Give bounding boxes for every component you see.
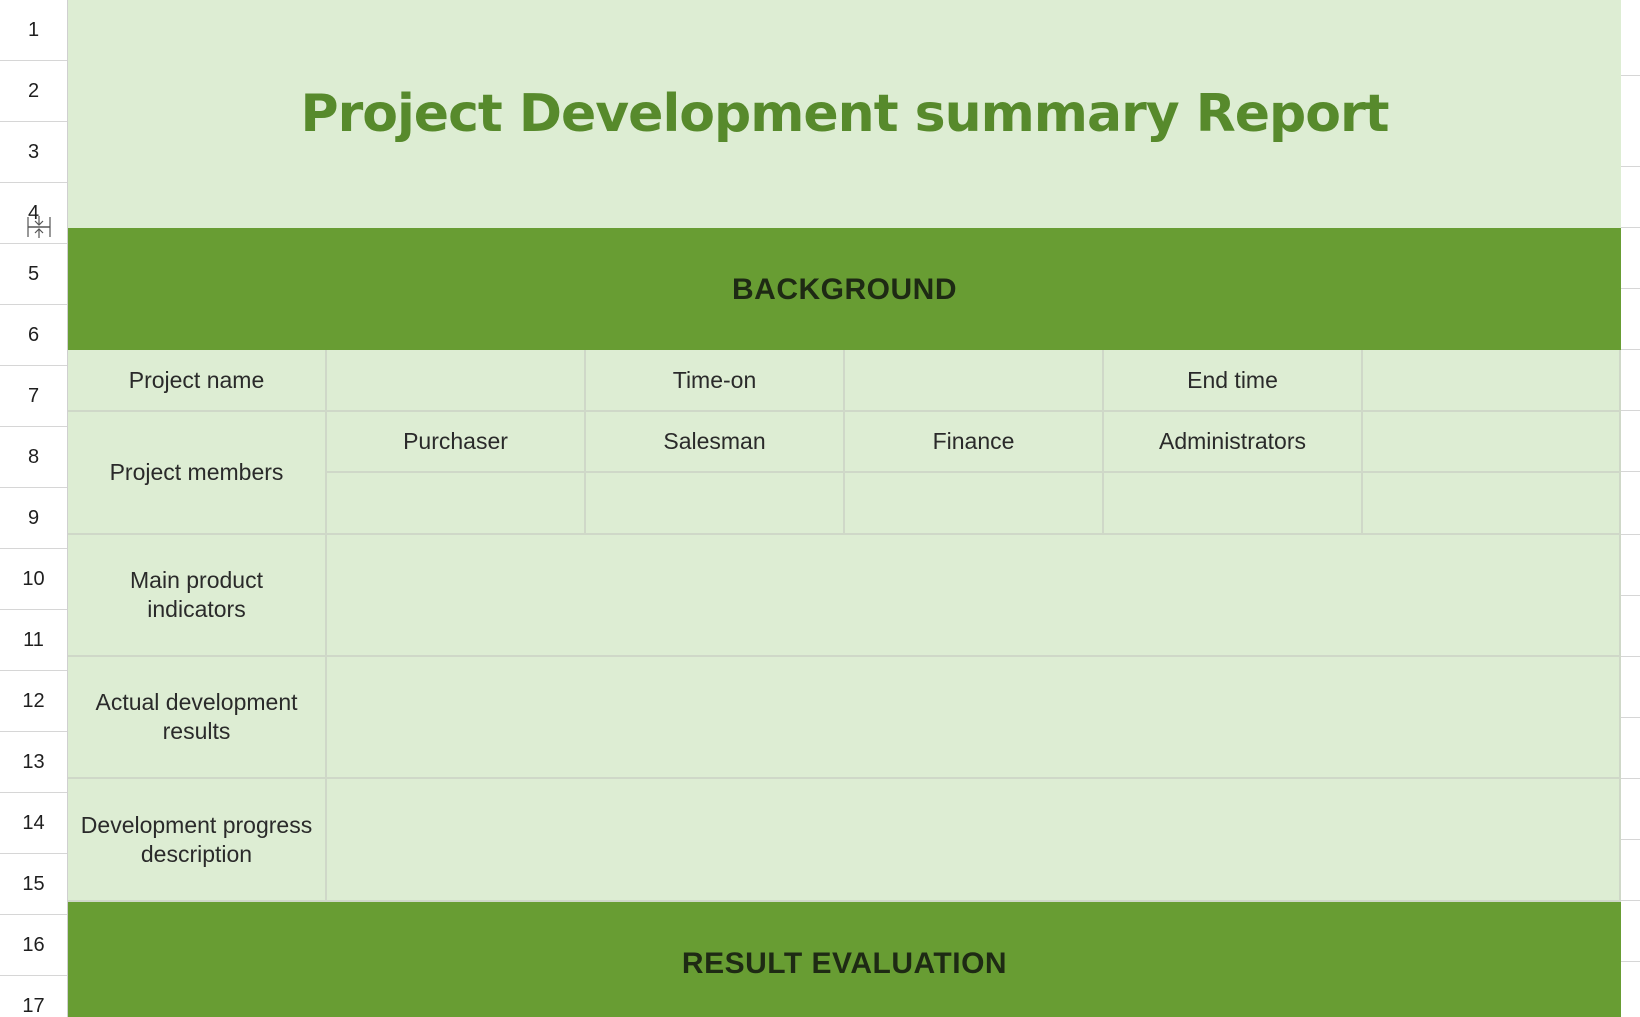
time-on-label: Time-on — [672, 366, 757, 393]
member-purchaser-label: Purchaser — [403, 428, 508, 454]
gutter-line — [1621, 534, 1640, 535]
row-header-6[interactable]: 6 — [0, 305, 67, 366]
member-finance-cell[interactable]: Finance — [845, 412, 1104, 473]
member-salesman-value-cell[interactable] — [586, 473, 845, 535]
result-evaluation-heading: RESULT EVALUATION — [681, 946, 1008, 980]
gutter-line — [1621, 778, 1640, 779]
time-on-value-cell[interactable] — [845, 350, 1104, 412]
main-product-indicators-value-cell[interactable] — [327, 535, 1621, 657]
project-name-label: Project name — [128, 366, 265, 393]
spreadsheet: 1 2 3 4 5 6 7 8 9 10 11 12 13 14 15 16 1… — [0, 0, 1640, 1017]
gutter-line — [1621, 75, 1640, 76]
development-progress-description-label: Development progress description — [80, 811, 313, 867]
member-administrators-label: Administrators — [1159, 428, 1306, 454]
background-heading: BACKGROUND — [732, 272, 957, 306]
row-header-1[interactable]: 1 — [0, 0, 67, 61]
project-members-label: Project members — [109, 459, 284, 485]
row-header-16[interactable]: 16 — [0, 915, 67, 976]
member-extra-value-cell[interactable] — [1363, 473, 1621, 535]
end-time-value-cell[interactable] — [1363, 350, 1621, 412]
result-evaluation-section-header[interactable]: RESULT EVALUATION — [68, 902, 1621, 1017]
gutter-line — [1621, 166, 1640, 167]
member-purchaser-cell[interactable]: Purchaser — [327, 412, 586, 473]
member-extra-cell[interactable] — [1363, 412, 1621, 473]
project-name-value-cell[interactable] — [327, 350, 586, 412]
main-product-indicators-label-cell[interactable]: Main product indicators — [68, 535, 327, 657]
background-section-header[interactable]: BACKGROUND — [68, 228, 1621, 350]
gutter-line — [1621, 349, 1640, 350]
main-product-indicators-label: Main product indicators — [130, 567, 263, 622]
time-on-label-cell[interactable]: Time-on — [586, 350, 845, 412]
member-purchaser-value-cell[interactable] — [327, 473, 586, 535]
gutter-line — [1621, 410, 1640, 411]
gutter-line — [1621, 227, 1640, 228]
row-header-5[interactable]: 5 — [0, 244, 67, 305]
gutter-line — [1621, 961, 1640, 962]
project-name-label-cell[interactable]: Project name — [68, 350, 327, 412]
row-header-14[interactable]: 14 — [0, 793, 67, 854]
project-members-label-cell[interactable]: Project members — [68, 412, 327, 535]
right-gutter — [1621, 0, 1640, 1017]
development-progress-description-value-cell[interactable] — [327, 779, 1621, 902]
actual-development-results-label-cell[interactable]: Actual development results — [68, 657, 327, 779]
end-time-label-cell[interactable]: End time — [1104, 350, 1363, 412]
gutter-line — [1621, 900, 1640, 901]
row-header-10[interactable]: 10 — [0, 549, 67, 610]
member-administrators-value-cell[interactable] — [1104, 473, 1363, 535]
row-header-8[interactable]: 8 — [0, 427, 67, 488]
row-resize-icon[interactable] — [26, 214, 52, 240]
page-title: Project Development summary Report — [300, 83, 1390, 144]
sheet-grid: Project Development summary Report BACKG… — [68, 0, 1621, 1017]
row-header-12[interactable]: 12 — [0, 671, 67, 732]
member-finance-value-cell[interactable] — [845, 473, 1104, 535]
gutter-line — [1621, 717, 1640, 718]
gutter-line — [1621, 839, 1640, 840]
row-header-7[interactable]: 7 — [0, 366, 67, 427]
row-header-11[interactable]: 11 — [0, 610, 67, 671]
gutter-line — [1621, 595, 1640, 596]
member-salesman-cell[interactable]: Salesman — [586, 412, 845, 473]
row-header-2[interactable]: 2 — [0, 61, 67, 122]
member-finance-label: Finance — [932, 428, 1015, 454]
actual-development-results-label: Actual development results — [95, 689, 298, 744]
row-header-3[interactable]: 3 — [0, 122, 67, 183]
title-cell[interactable]: Project Development summary Report — [68, 0, 1621, 228]
row-header-17[interactable]: 17 — [0, 976, 67, 1017]
end-time-label: End time — [1187, 366, 1278, 393]
row-headers: 1 2 3 4 5 6 7 8 9 10 11 12 13 14 15 16 1… — [0, 0, 68, 1017]
gutter-line — [1621, 471, 1640, 472]
actual-development-results-value-cell[interactable] — [327, 657, 1621, 779]
development-progress-description-label-cell[interactable]: Development progress description — [68, 779, 327, 902]
row-header-9[interactable]: 9 — [0, 488, 67, 549]
row-header-13[interactable]: 13 — [0, 732, 67, 793]
row-header-15[interactable]: 15 — [0, 854, 67, 915]
member-salesman-label: Salesman — [663, 428, 766, 454]
gutter-line — [1621, 656, 1640, 657]
gutter-line — [1621, 288, 1640, 289]
member-administrators-cell[interactable]: Administrators — [1104, 412, 1363, 473]
